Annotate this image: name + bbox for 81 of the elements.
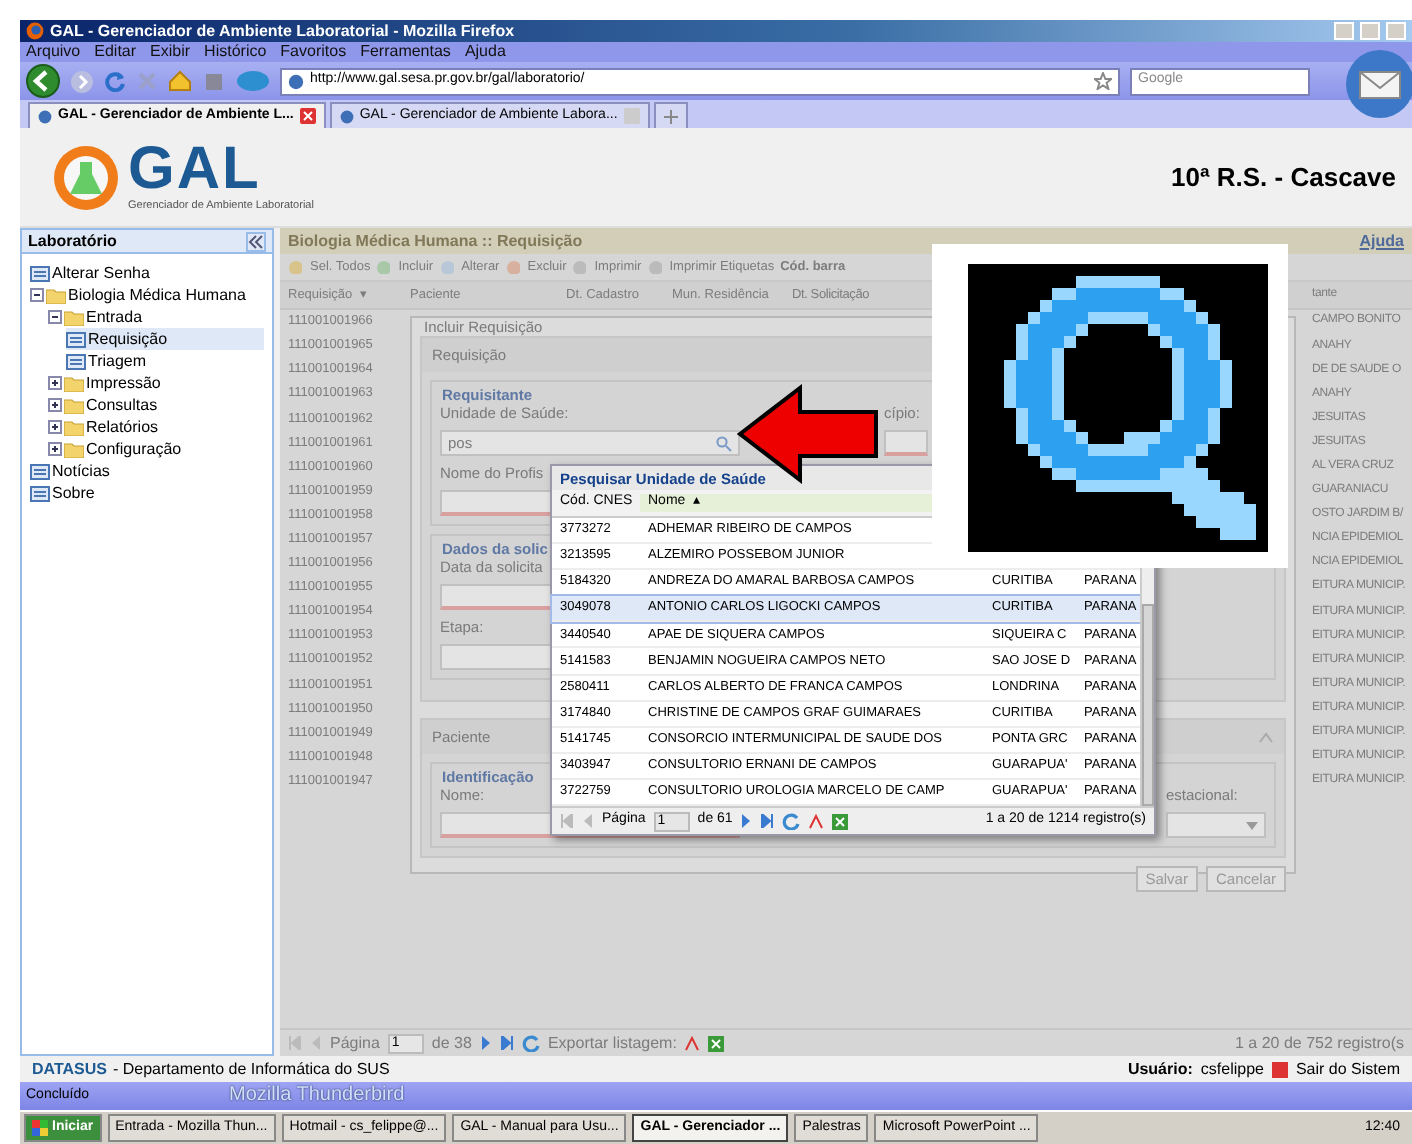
last-page-icon[interactable] (760, 814, 775, 829)
toggle-icon[interactable] (48, 310, 62, 324)
windows-logo-icon (32, 1120, 48, 1136)
new-tab-button[interactable] (653, 102, 688, 128)
toggle-icon[interactable] (48, 442, 62, 456)
logout-icon[interactable] (1271, 1061, 1288, 1077)
tree-item[interactable]: Notícias (30, 460, 264, 482)
notification-text: Mozilla Thunderbird (229, 1084, 405, 1108)
menu-item[interactable]: Favoritos (280, 42, 347, 62)
page-label: Página (330, 1033, 380, 1053)
page-icon (30, 463, 50, 479)
page-icon (30, 265, 50, 281)
toolbar-icon (376, 259, 391, 274)
previous-page-icon[interactable] (582, 814, 594, 829)
page-count: de 38 (431, 1033, 472, 1053)
last-page-icon[interactable] (499, 1036, 514, 1050)
toggle-icon[interactable] (48, 420, 62, 434)
reload-icon[interactable] (104, 70, 126, 92)
forward-button[interactable] (70, 69, 94, 93)
page-icon (30, 485, 50, 501)
menu-item[interactable]: Exibir (150, 42, 191, 62)
first-page-icon[interactable] (560, 814, 574, 829)
star-icon[interactable] (1094, 72, 1112, 90)
tree-item[interactable]: Configuração (48, 438, 264, 460)
refresh-icon[interactable] (782, 812, 801, 831)
toolbar-icon (439, 259, 454, 274)
maximize-button[interactable] (1360, 22, 1380, 40)
page-icon (66, 331, 86, 347)
tree-item[interactable]: Relatórios (48, 416, 264, 438)
toolbar-icon (505, 259, 520, 274)
export-label: Exportar listagem: (547, 1033, 677, 1053)
plus-icon (663, 109, 678, 123)
spreadsheet-icon[interactable] (708, 1035, 725, 1051)
input-field[interactable] (884, 430, 928, 456)
select-field[interactable] (1166, 812, 1266, 838)
tree-item[interactable]: Sobre (30, 482, 264, 504)
sidebar-title: Laboratório (28, 231, 117, 251)
collapse-button[interactable] (246, 231, 266, 251)
toggle-icon[interactable] (48, 398, 62, 412)
org-description: - Departamento de Informática do SUS (112, 1059, 390, 1079)
panel-title: Biologia Médica Humana :: Requisição (288, 231, 583, 251)
search-icon[interactable] (716, 435, 732, 451)
toggle-icon[interactable] (30, 288, 44, 302)
minimize-button[interactable] (1334, 22, 1354, 40)
tree-item[interactable]: Alterar Senha (30, 262, 264, 284)
menu-item[interactable]: Histórico (204, 42, 267, 62)
user-name: csfelippe (1200, 1059, 1264, 1079)
page-icon (66, 353, 86, 369)
refresh-icon[interactable] (521, 1034, 540, 1052)
tree-item[interactable]: Requisição (66, 328, 264, 350)
toolbar-icon (572, 259, 587, 274)
close-button[interactable] (1386, 22, 1406, 40)
dropdown-icon (1246, 821, 1258, 829)
region-title: 10ª R.S. - Cascave (1171, 161, 1396, 193)
double-chevron-icon (248, 233, 264, 249)
close-icon[interactable] (299, 108, 316, 124)
home-icon[interactable] (168, 70, 192, 92)
firefox-icon (26, 22, 44, 40)
menu-item[interactable]: Ferramentas (360, 42, 451, 62)
org-name: DATASUS (32, 1059, 107, 1079)
flask-logo-icon (52, 143, 120, 211)
menu-item[interactable]: Ajuda (464, 42, 506, 62)
user-label: Usuário: (1127, 1059, 1193, 1079)
tree-item[interactable]: Biologia Médica Humana (30, 284, 264, 306)
next-page-icon[interactable] (479, 1036, 492, 1050)
logo-text: GAL (128, 140, 261, 201)
tree-item[interactable]: Consultas (48, 394, 264, 416)
tree-item[interactable]: Triagem (66, 350, 264, 372)
menu-item[interactable]: Arquivo (26, 42, 81, 62)
toggle-icon[interactable] (48, 376, 62, 390)
tree-item[interactable]: Impressão (48, 372, 264, 394)
window-title: GAL - Gerenciador de Ambiente Laboratorial - Mozilla Firefox (50, 21, 517, 41)
logout-link[interactable]: Sair do Sistem (1295, 1059, 1400, 1079)
toolbar-icon (288, 259, 302, 274)
toolbar-icon (647, 259, 662, 274)
back-button[interactable] (26, 64, 60, 98)
spreadsheet-icon[interactable] (832, 813, 849, 830)
tree-item[interactable]: Entrada (48, 306, 264, 328)
record-count: 1 a 20 de 752 registro(s (1235, 1033, 1404, 1053)
menu-item[interactable]: Editar (94, 42, 137, 62)
chevron-up-icon (1258, 731, 1274, 743)
